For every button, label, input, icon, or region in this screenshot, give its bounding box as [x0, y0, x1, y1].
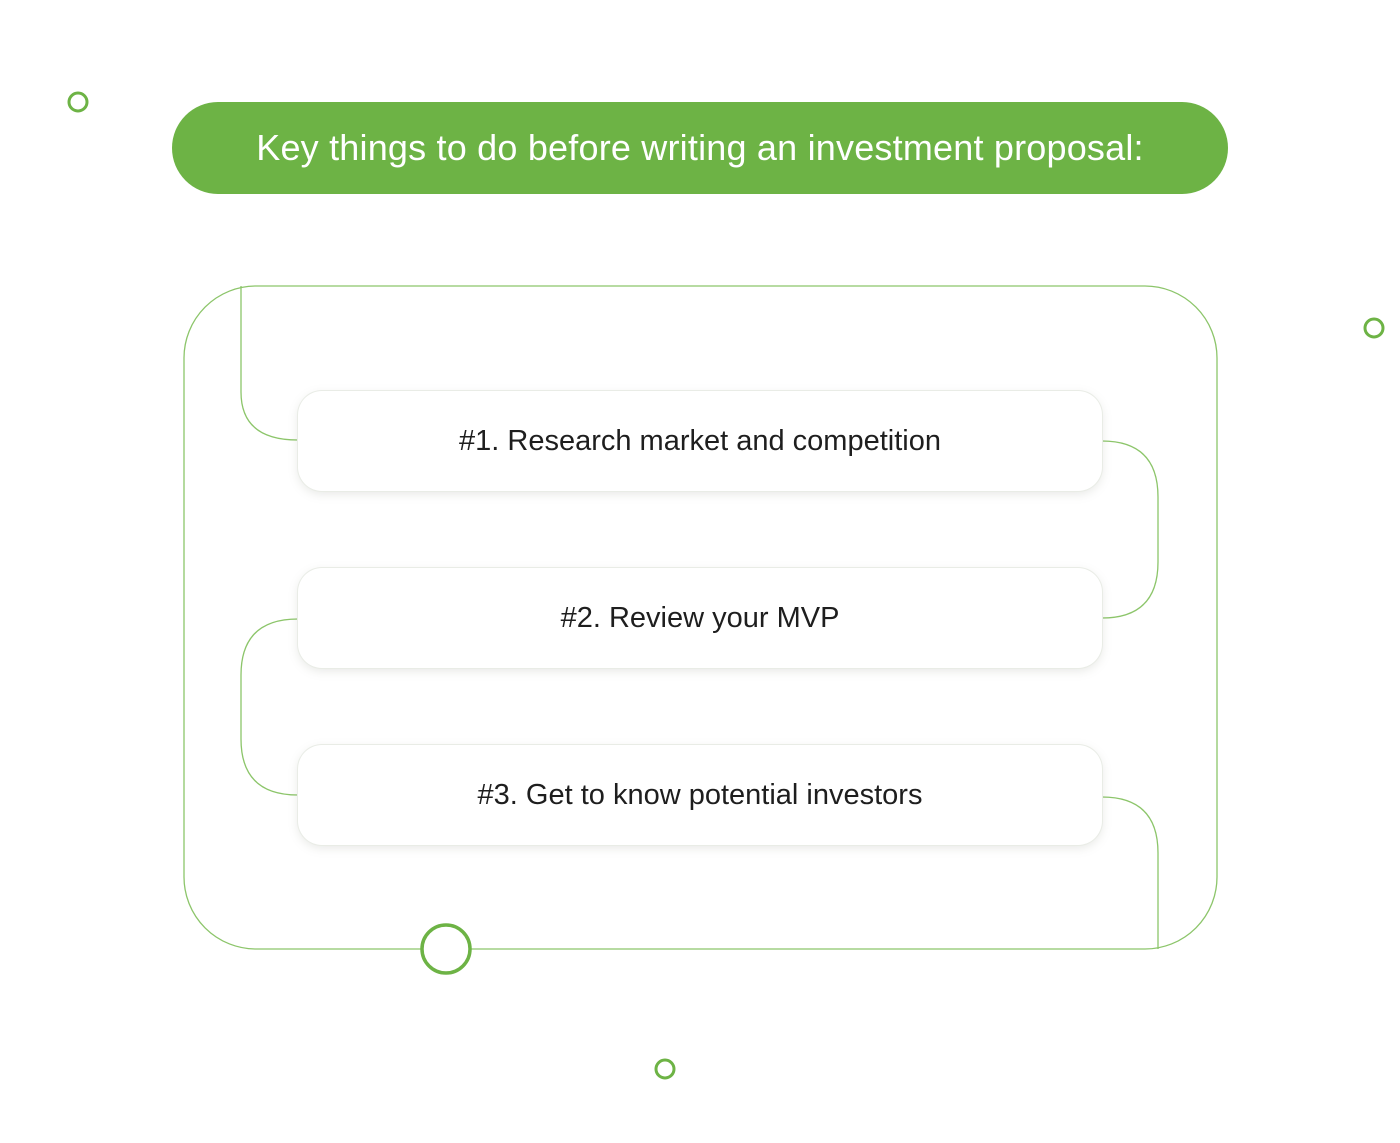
- connector-step-2-to-step-3: [240, 618, 299, 796]
- step-2-label: #2. Review your MVP: [560, 601, 840, 634]
- step-card-1: #1. Research market and competition: [298, 391, 1102, 491]
- step-card-3: #3. Get to know potential investors: [298, 745, 1102, 845]
- step-1-label: #1. Research market and competition: [459, 424, 941, 457]
- connector-into-step-1: [240, 286, 299, 441]
- ring-decoration-top-left: [67, 91, 89, 113]
- header-title: Key things to do before writing an inves…: [172, 102, 1228, 194]
- ring-decoration-right: [1363, 317, 1385, 339]
- ring-decoration-frame-bottom: [420, 923, 472, 975]
- connector-out-of-step-3: [1101, 796, 1159, 949]
- connector-step-1-to-step-2: [1101, 440, 1159, 619]
- ring-decoration-bottom: [654, 1058, 676, 1080]
- step-card-2: #2. Review your MVP: [298, 568, 1102, 668]
- step-3-label: #3. Get to know potential investors: [477, 778, 923, 811]
